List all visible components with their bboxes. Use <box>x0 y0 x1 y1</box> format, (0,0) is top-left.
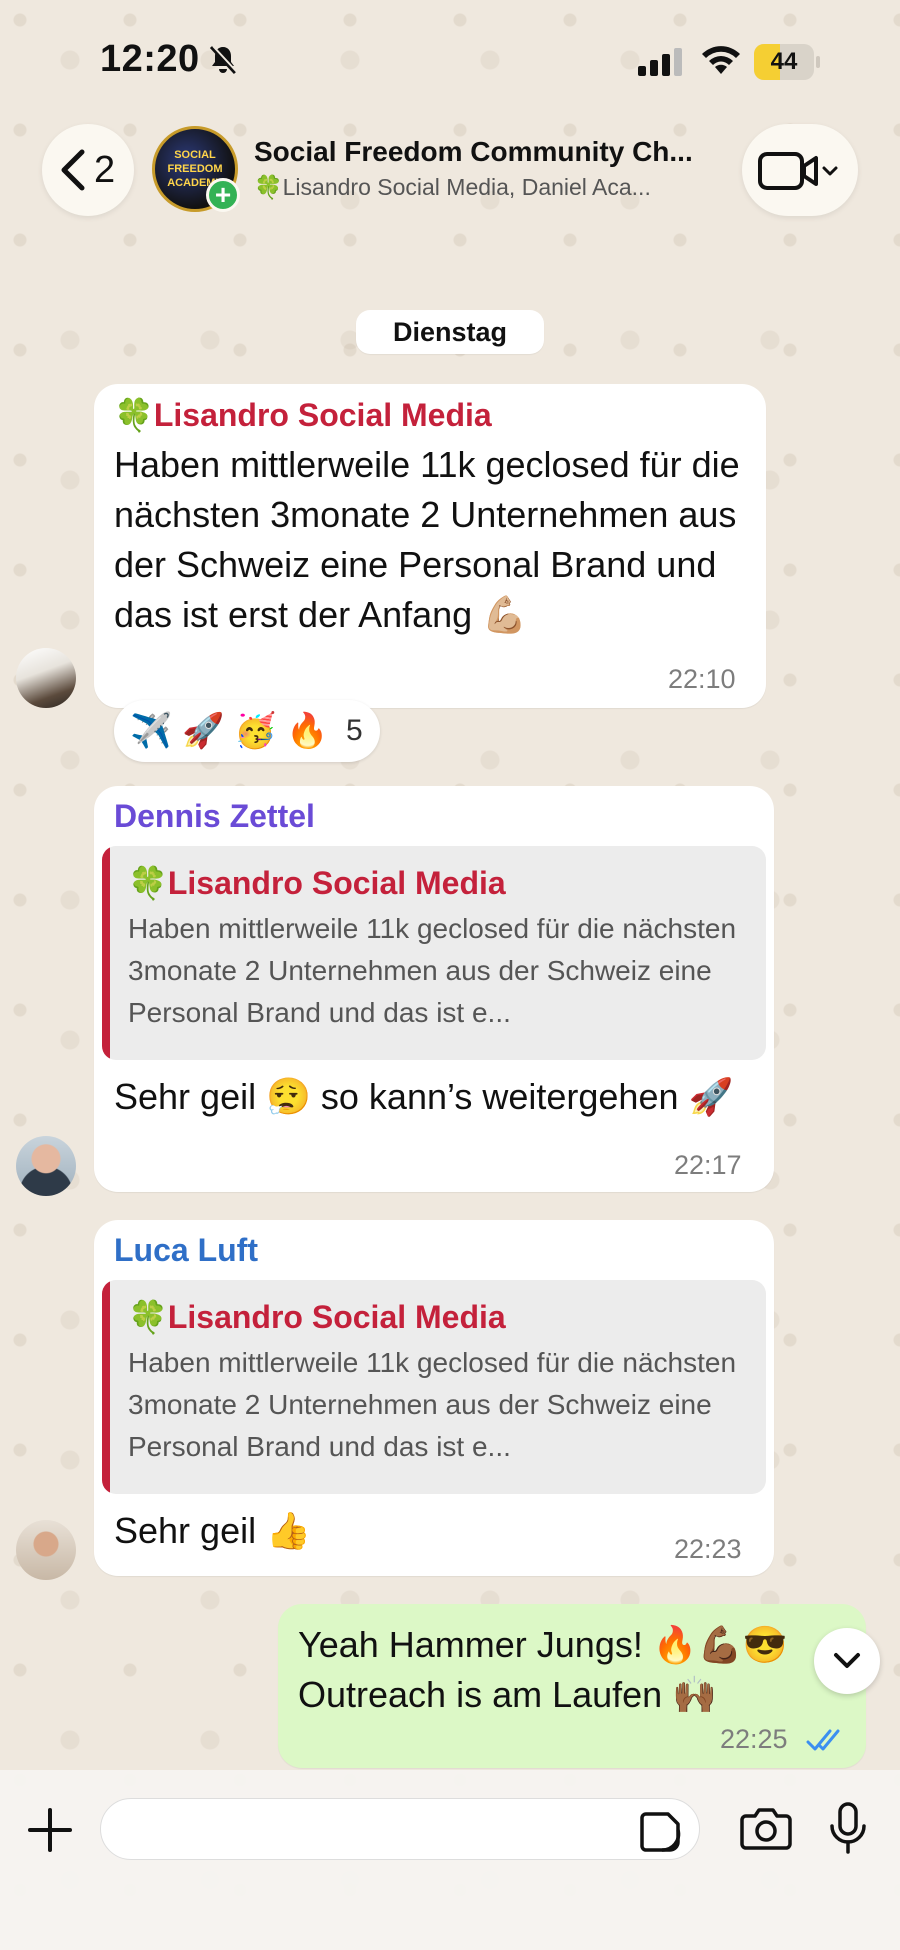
battery-icon: 44 <box>754 44 820 80</box>
message-text: Sehr geil 👍 <box>114 1510 311 1551</box>
quote-text: Haben mittlerweile 11k geclosed für die … <box>128 913 737 1028</box>
reaction-emoji: 🥳 <box>234 712 277 750</box>
reaction-bar[interactable]: ✈️ 🚀 🥳 🔥 5 <box>114 700 380 762</box>
add-status-badge: + <box>206 178 240 212</box>
message-time: 22:25 <box>720 1724 788 1754</box>
message-sender[interactable]: Dennis Zettel <box>114 798 315 835</box>
chevron-down-icon <box>834 1653 860 1668</box>
camera-icon[interactable] <box>740 1806 792 1850</box>
chevron-left-icon <box>61 149 85 191</box>
status-time: 12:20 <box>100 38 200 80</box>
message-time: 22:17 <box>674 1150 742 1180</box>
composer-bar <box>0 1770 900 1950</box>
reaction-emoji: ✈️ <box>130 712 173 750</box>
chat-members[interactable]: 🍀Lisandro Social Media, Daniel Aca... <box>254 174 714 201</box>
avatar[interactable] <box>16 1136 76 1196</box>
message-time: 22:23 <box>674 1534 742 1564</box>
message-input[interactable] <box>100 1798 700 1860</box>
avatar[interactable] <box>16 648 76 708</box>
back-button[interactable]: 2 <box>42 124 134 216</box>
message-bubble[interactable]: Luca Luft 🍀Lisandro Social Media Haben m… <box>94 1220 774 1576</box>
scroll-to-bottom-button[interactable] <box>814 1628 880 1694</box>
wifi-icon <box>702 46 740 74</box>
unread-count: 2 <box>94 149 116 191</box>
chat-title[interactable]: Social Freedom Community Ch... <box>254 136 724 168</box>
quote-sender: 🍀Lisandro Social Media <box>128 1299 506 1335</box>
video-camera-icon <box>758 152 838 190</box>
outgoing-message-bubble[interactable]: Yeah Hammer Jungs! 🔥💪🏾😎 Outreach is am L… <box>278 1604 866 1768</box>
message-time: 22:10 <box>668 664 736 694</box>
date-separator: Dienstag <box>356 310 544 354</box>
quote-bar <box>102 846 110 1060</box>
avatar-text-line-2: FREEDOM <box>167 163 223 175</box>
plus-icon[interactable] <box>26 1806 74 1854</box>
message-bubble[interactable]: 🍀Lisandro Social Media Haben mittlerweil… <box>94 384 766 708</box>
quoted-message[interactable]: 🍀Lisandro Social Media Haben mittlerweil… <box>102 846 766 1060</box>
signal-icon <box>638 48 682 76</box>
quoted-message[interactable]: 🍀Lisandro Social Media Haben mittlerweil… <box>102 1280 766 1494</box>
message-text: Haben mittlerweile 11k geclosed für die … <box>114 444 740 635</box>
video-call-button[interactable] <box>742 124 858 216</box>
quote-text: Haben mittlerweile 11k geclosed für die … <box>128 1347 737 1462</box>
message-sender[interactable]: 🍀Lisandro Social Media <box>114 396 492 434</box>
microphone-icon[interactable] <box>828 1802 868 1854</box>
message-bubble[interactable]: Dennis Zettel 🍀Lisandro Social Media Hab… <box>94 786 774 1192</box>
avatar-text-line-1: SOCIAL <box>174 149 216 161</box>
battery-percent: 44 <box>770 48 798 75</box>
reaction-count: 5 <box>346 714 363 747</box>
message-text: Sehr geil 😮‍💨 so kann’s weitergehen 🚀 <box>114 1076 734 1117</box>
double-check-icon <box>806 1729 840 1751</box>
bell-slash-icon <box>209 45 238 75</box>
message-sender[interactable]: Luca Luft <box>114 1232 258 1269</box>
avatar[interactable] <box>16 1520 76 1580</box>
message-text: Yeah Hammer Jungs! 🔥💪🏾😎 Outreach is am L… <box>298 1624 788 1715</box>
reaction-emoji: 🚀 <box>182 712 225 750</box>
sticker-icon[interactable] <box>638 1810 682 1854</box>
reaction-emoji: 🔥 <box>286 712 329 750</box>
quote-bar <box>102 1280 110 1494</box>
status-bar: 12:20 44 <box>0 0 900 120</box>
chevron-down-icon <box>822 166 838 176</box>
quote-sender: 🍀Lisandro Social Media <box>128 865 506 901</box>
